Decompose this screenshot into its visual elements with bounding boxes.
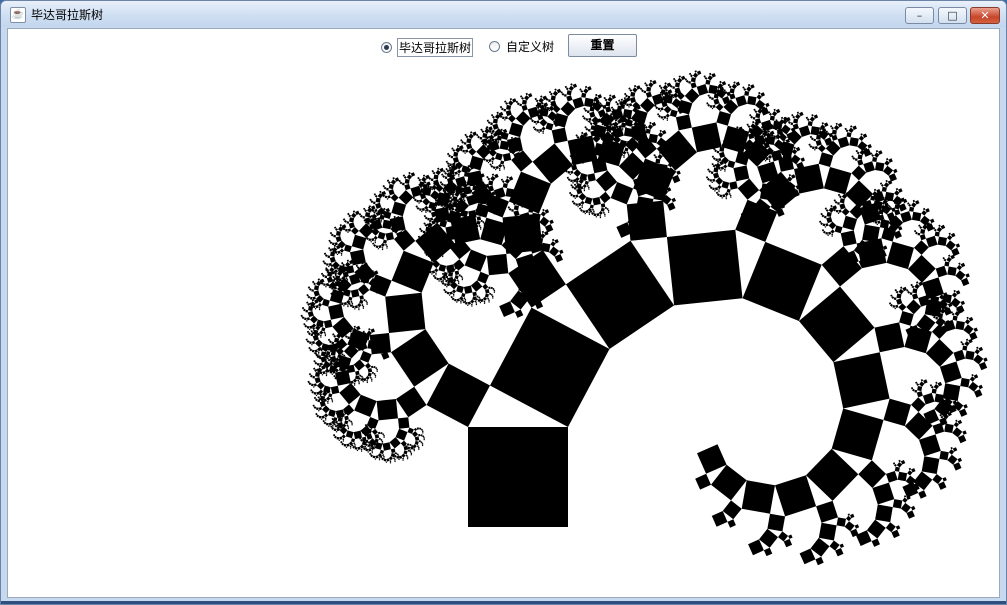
- tree-squares: [300, 70, 988, 566]
- close-button[interactable]: ✕: [970, 7, 1000, 24]
- control-bar: 毕达哥拉斯树 自定义树 重置: [8, 29, 999, 59]
- title-bar[interactable]: ☕ 毕达哥拉斯树 – □ ✕: [1, 1, 1006, 27]
- option-pythagoras-tree[interactable]: 毕达哥拉斯树: [381, 38, 474, 57]
- radio-custom-tree[interactable]: [489, 41, 500, 52]
- option-custom-tree-label: 自定义树: [506, 40, 555, 54]
- minimize-button[interactable]: –: [905, 7, 934, 24]
- maximize-button[interactable]: □: [938, 7, 967, 24]
- radio-pythagoras-tree[interactable]: [381, 42, 392, 53]
- window-title: 毕达哥拉斯树: [31, 8, 104, 22]
- canvas-panel: 毕达哥拉斯树 自定义树 重置: [7, 28, 1000, 598]
- option-pythagoras-tree-label: 毕达哥拉斯树: [397, 38, 474, 57]
- java-app-icon: ☕: [10, 7, 26, 23]
- pythagoras-tree-canvas: [300, 70, 988, 566]
- reset-button[interactable]: 重置: [568, 34, 637, 57]
- option-custom-tree[interactable]: 自定义树: [489, 38, 555, 55]
- taskbar-edge: [1, 601, 1006, 604]
- app-window: ☕ 毕达哥拉斯树 – □ ✕ 毕达哥拉斯树 自定义树 重置: [0, 0, 1007, 605]
